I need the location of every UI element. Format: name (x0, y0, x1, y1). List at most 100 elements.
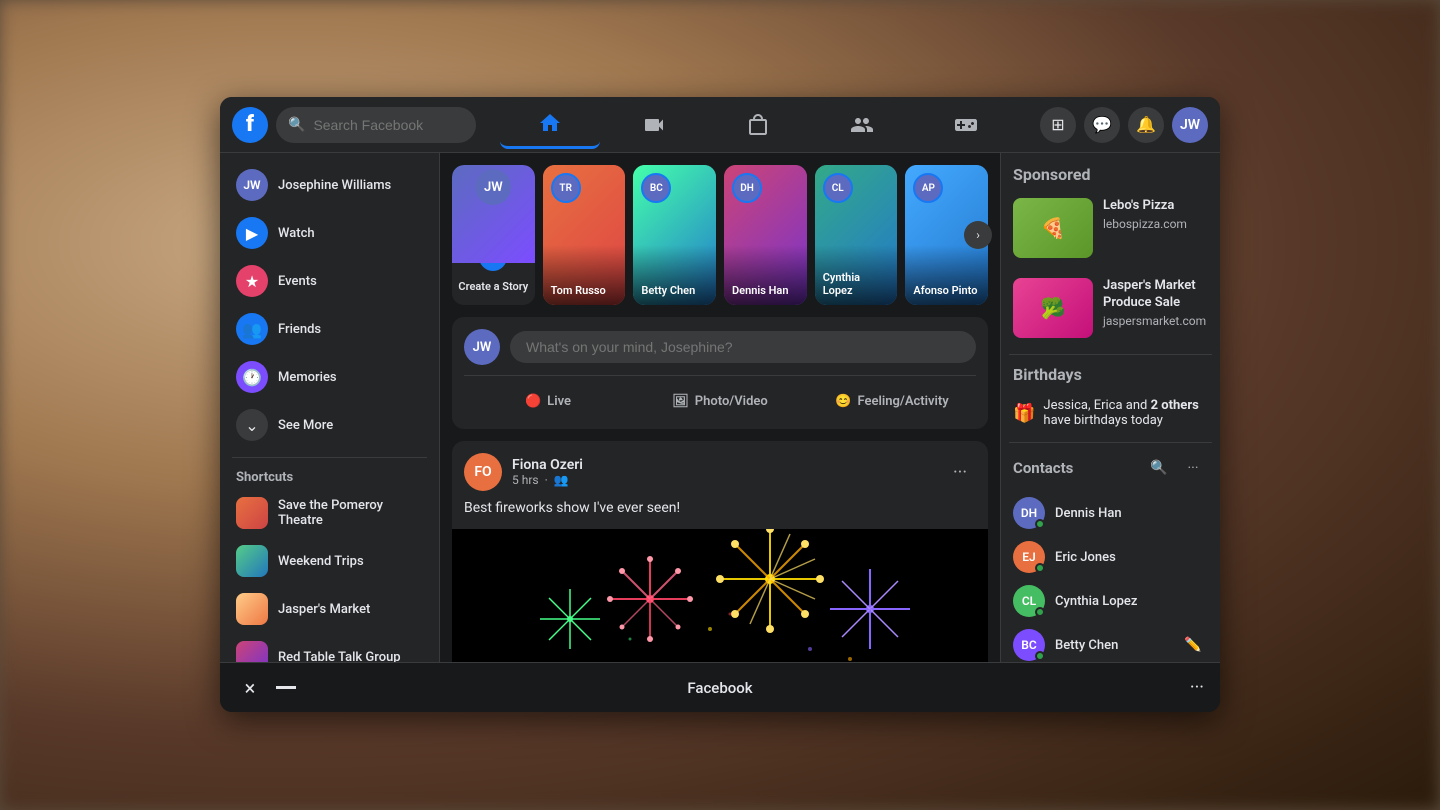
story-tom-avatar: TR (551, 173, 581, 203)
right-sidebar: Sponsored 🍕 Lebo's Pizza lebospizza.com … (1000, 153, 1220, 662)
bottom-title: Facebook (687, 679, 752, 697)
ad-jaspers[interactable]: 🥦 Jasper's Market Produce Sale jaspersma… (1009, 274, 1212, 342)
sidebar: JW Josephine Williams ▶ Watch ★ Events 👥… (220, 153, 440, 662)
create-story-avatar: JW (475, 169, 511, 205)
shortcut-redtable-img (236, 641, 268, 662)
sidebar-shortcut-jaspers[interactable]: Jasper's Market (224, 585, 435, 633)
post-user-name[interactable]: Fiona Ozeri (512, 457, 583, 473)
memories-icon: 🕐 (236, 361, 268, 393)
ad-lebos-url: lebospizza.com (1103, 217, 1208, 231)
search-box[interactable]: 🔍 (276, 107, 476, 143)
sidebar-item-events[interactable]: ★ Events (224, 257, 435, 305)
post-header: FO Fiona Ozeri 5 hrs · 👥 ··· (452, 441, 988, 499)
shortcut-weekend-img (236, 545, 268, 577)
shortcut-pomeroy-label: Save the Pomeroy Theatre (278, 498, 423, 528)
birthday-box: 🎁 Jessica, Erica and 2 others have birth… (1009, 394, 1212, 432)
shortcut-pomeroy-img (236, 497, 268, 529)
fireworks-svg (452, 529, 988, 662)
main-layout: JW Josephine Williams ▶ Watch ★ Events 👥… (220, 153, 1220, 662)
sidebar-item-memories[interactable]: 🕐 Memories (224, 353, 435, 401)
ad-lebos[interactable]: 🍕 Lebo's Pizza lebospizza.com (1009, 194, 1212, 262)
apps-button[interactable]: ⊞ (1040, 107, 1076, 143)
sidebar-item-watch[interactable]: ▶ Watch (224, 209, 435, 257)
post-image (452, 529, 988, 662)
composer-actions: 🔴 Live 🖼 Photo/Video 😊 Feeling/Activity (464, 375, 976, 417)
tab-gaming[interactable] (916, 101, 1016, 149)
sidebar-item-profile[interactable]: JW Josephine Williams (224, 161, 435, 209)
ad-jaspers-info: Jasper's Market Produce Sale jaspersmark… (1103, 278, 1208, 328)
contact-dennis[interactable]: DH Dennis Han (1009, 491, 1212, 535)
ad-jaspers-url: jaspersmarket.com (1103, 314, 1208, 328)
composer-feeling-button[interactable]: 😊 Feeling/Activity (808, 386, 976, 417)
contact-dennis-avatar: DH (1013, 497, 1045, 529)
contact-eric-online (1035, 563, 1045, 573)
tab-home[interactable] (500, 101, 600, 149)
post-avatar: FO (464, 453, 502, 491)
post-privacy-icon: · (545, 473, 548, 487)
ad-lebos-info: Lebo's Pizza lebospizza.com (1103, 198, 1208, 231)
contact-betty-avatar: BC (1013, 629, 1045, 661)
sidebar-shortcut-weekend[interactable]: Weekend Trips (224, 537, 435, 585)
contact-betty-online (1035, 651, 1045, 661)
new-chat-button[interactable]: ✏️ (1178, 630, 1208, 660)
sidebar-events-label: Events (278, 274, 317, 289)
contacts-search-button[interactable]: 🔍 (1144, 453, 1174, 483)
bottom-more-button[interactable]: ··· (1190, 677, 1204, 698)
contact-cynthia[interactable]: CL Cynthia Lopez (1009, 579, 1212, 623)
post-more-button[interactable]: ··· (944, 456, 976, 488)
post-privacy: 👥 (554, 473, 569, 487)
top-right-icons: ⊞ 💬 🔔 JW (1040, 107, 1208, 143)
composer-avatar: JW (464, 329, 500, 365)
tab-marketplace[interactable] (708, 101, 808, 149)
search-input[interactable] (313, 117, 453, 133)
story-betty[interactable]: BC Betty Chen (633, 165, 716, 305)
story-dennis[interactable]: DH Dennis Han (724, 165, 807, 305)
birthday-icon: 🎁 (1013, 403, 1035, 424)
live-icon: 🔴 (525, 394, 541, 409)
contact-eric[interactable]: EJ Eric Jones (1009, 535, 1212, 579)
shortcut-redtable-label: Red Table Talk Group (278, 650, 401, 663)
composer-input[interactable] (510, 331, 976, 363)
story-cynthia[interactable]: CL Cynthia Lopez (815, 165, 898, 305)
sidebar-item-see-more[interactable]: ⌄ See More (224, 401, 435, 449)
sidebar-shortcut-pomeroy[interactable]: Save the Pomeroy Theatre (224, 489, 435, 537)
contact-betty[interactable]: BC Betty Chen ✏️ (1009, 623, 1212, 662)
sidebar-item-friends[interactable]: 👥 Friends (224, 305, 435, 353)
notifications-button[interactable]: 🔔 (1128, 107, 1164, 143)
shortcut-weekend-label: Weekend Trips (278, 554, 364, 569)
composer-photo-button[interactable]: 🖼 Photo/Video (636, 386, 804, 417)
messenger-button[interactable]: 💬 (1084, 107, 1120, 143)
tab-groups[interactable] (812, 101, 912, 149)
bottom-close-button[interactable]: × (236, 674, 264, 702)
tab-watch[interactable] (604, 101, 704, 149)
ad-lebos-img: 🍕 (1013, 198, 1093, 258)
watch-icon: ▶ (236, 217, 268, 249)
contact-dennis-name: Dennis Han (1055, 506, 1122, 521)
stories-nav-button[interactable]: › (964, 221, 992, 249)
post-user: FO Fiona Ozeri 5 hrs · 👥 (464, 453, 583, 491)
contact-cynthia-name: Cynthia Lopez (1055, 594, 1137, 609)
contact-cynthia-avatar: CL (1013, 585, 1045, 617)
top-bar: f 🔍 ⊞ 💬 🔔 JW (220, 97, 1220, 153)
post-user-info: Fiona Ozeri 5 hrs · 👥 (512, 457, 583, 487)
shortcuts-title: Shortcuts (220, 466, 439, 489)
contact-eric-name: Eric Jones (1055, 550, 1116, 565)
user-avatar[interactable]: JW (1172, 107, 1208, 143)
bottom-minimize-button[interactable] (276, 686, 296, 689)
story-tom[interactable]: TR Tom Russo (543, 165, 626, 305)
nav-tabs (484, 101, 1032, 149)
composer-live-button[interactable]: 🔴 Live (464, 386, 632, 417)
divider-1 (1009, 354, 1212, 355)
sidebar-see-more-label: See More (278, 418, 333, 433)
bottom-bar: × Facebook ··· (220, 662, 1220, 712)
sidebar-shortcut-redtable[interactable]: Red Table Talk Group (224, 633, 435, 662)
stories-row: JW + Create a Story TR Tom Russo (452, 165, 988, 305)
story-create[interactable]: JW + Create a Story (452, 165, 535, 305)
feed: JW + Create a Story TR Tom Russo (440, 153, 1000, 662)
search-icon: 🔍 (288, 117, 305, 133)
bottom-left-controls: × (236, 674, 296, 702)
contacts-more-button[interactable]: ··· (1178, 453, 1208, 483)
contact-cynthia-online (1035, 607, 1045, 617)
birthdays-title: Birthdays (1009, 365, 1212, 384)
story-dennis-name: Dennis Han (732, 284, 799, 297)
